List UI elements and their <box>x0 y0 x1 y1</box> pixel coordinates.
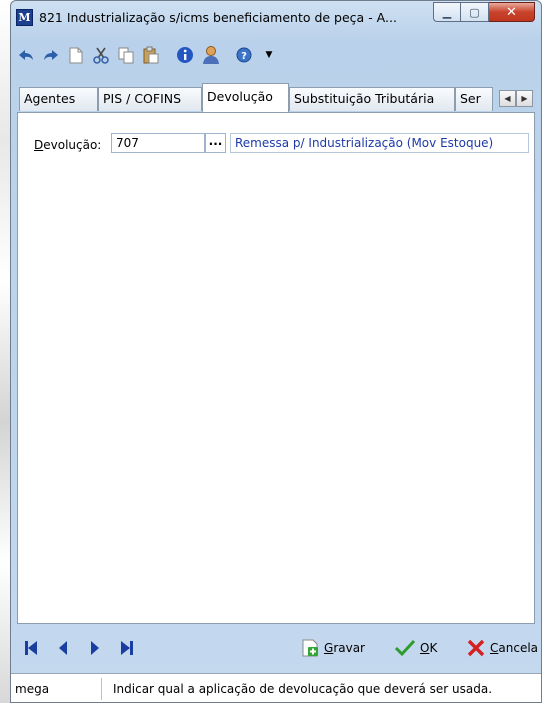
dialog-window: M 821 Industrialização s/icms beneficiam… <box>10 0 542 703</box>
ok-label: OK <box>420 641 438 655</box>
devolucao-lookup-button[interactable]: ... <box>205 133 226 153</box>
tab-scroll-arrows: ◀ ▶ <box>499 90 533 107</box>
first-record-icon <box>25 641 37 655</box>
devolucao-label-text: evolução: <box>43 138 102 152</box>
minimize-button[interactable]: ▁ <box>433 2 461 22</box>
app-icon: M <box>16 9 33 26</box>
tab-agentes[interactable]: Agentes <box>19 87 98 111</box>
toolbar: ? ▼ <box>15 37 535 73</box>
record-navigation-bar: Gravar OK Cancela <box>15 631 539 665</box>
cancel-button[interactable]: Cancela <box>467 639 538 657</box>
dropdown-icon[interactable]: ▼ <box>258 44 280 66</box>
svg-text:?: ? <box>241 51 247 62</box>
first-record-button[interactable] <box>21 638 41 658</box>
title-bar[interactable]: M 821 Industrialização s/icms beneficiam… <box>11 1 541 33</box>
save-icon <box>302 639 318 657</box>
tab-devolucao[interactable]: Devolução <box>202 83 289 112</box>
close-icon: ✕ <box>506 4 517 20</box>
redo-icon[interactable] <box>40 44 62 66</box>
tab-pis-cofins[interactable]: PIS / COFINS <box>98 87 202 111</box>
info-icon[interactable] <box>174 44 196 66</box>
window-title: 821 Industrialização s/icms beneficiamen… <box>39 10 397 25</box>
ok-check-icon <box>395 639 415 657</box>
chevron-left-icon: ◀ <box>504 94 511 103</box>
status-message: Indicar qual a aplicação de devolucação … <box>113 682 493 696</box>
new-document-icon[interactable] <box>65 44 87 66</box>
tab-strip: Agentes PIS / COFINS Devolução Substitui… <box>15 83 537 113</box>
minimize-icon: ▁ <box>442 5 452 19</box>
tab-scroll-right-button[interactable]: ▶ <box>516 90 533 107</box>
maximize-button[interactable]: ▢ <box>461 2 489 22</box>
copy-icon[interactable] <box>115 44 137 66</box>
devolucao-description: Remessa p/ Industrialização (Mov Estoque… <box>230 133 529 153</box>
chevron-right-icon: ▶ <box>521 94 528 103</box>
ok-button[interactable]: OK <box>395 639 437 657</box>
status-bar: mega Indicar qual a aplicação de devoluc… <box>11 673 541 702</box>
tab-panel-devolucao: Devolução: 707 ... Remessa p/ Industrial… <box>17 112 535 624</box>
maximize-icon: ▢ <box>469 5 480 19</box>
cancel-x-icon <box>467 639 485 657</box>
save-button[interactable]: Gravar <box>301 639 365 657</box>
status-user: mega <box>15 682 50 696</box>
save-label: Gravar <box>324 641 365 655</box>
devolucao-code-input[interactable]: 707 <box>111 133 205 153</box>
tab-substituicao-tributaria[interactable]: Substituição Tributária <box>289 87 455 111</box>
tab-ser[interactable]: Ser <box>455 87 493 111</box>
status-divider <box>101 678 102 700</box>
user-icon[interactable] <box>199 44 221 66</box>
window-controls: ▁ ▢ ✕ <box>433 2 535 22</box>
help-icon[interactable]: ? <box>233 44 255 66</box>
tab-scroll-left-button[interactable]: ◀ <box>499 90 516 107</box>
paste-icon[interactable] <box>140 44 162 66</box>
close-button[interactable]: ✕ <box>489 2 535 22</box>
cancel-label: Cancela <box>490 641 539 655</box>
devolucao-label: Devolução: <box>34 138 102 152</box>
previous-record-icon <box>59 641 67 655</box>
next-record-icon <box>91 641 99 655</box>
last-record-button[interactable] <box>117 638 137 658</box>
background-edge <box>0 0 10 703</box>
previous-record-button[interactable] <box>53 638 73 658</box>
next-record-button[interactable] <box>85 638 105 658</box>
last-record-icon <box>121 641 133 655</box>
cut-icon[interactable] <box>90 44 112 66</box>
undo-icon[interactable] <box>15 44 37 66</box>
